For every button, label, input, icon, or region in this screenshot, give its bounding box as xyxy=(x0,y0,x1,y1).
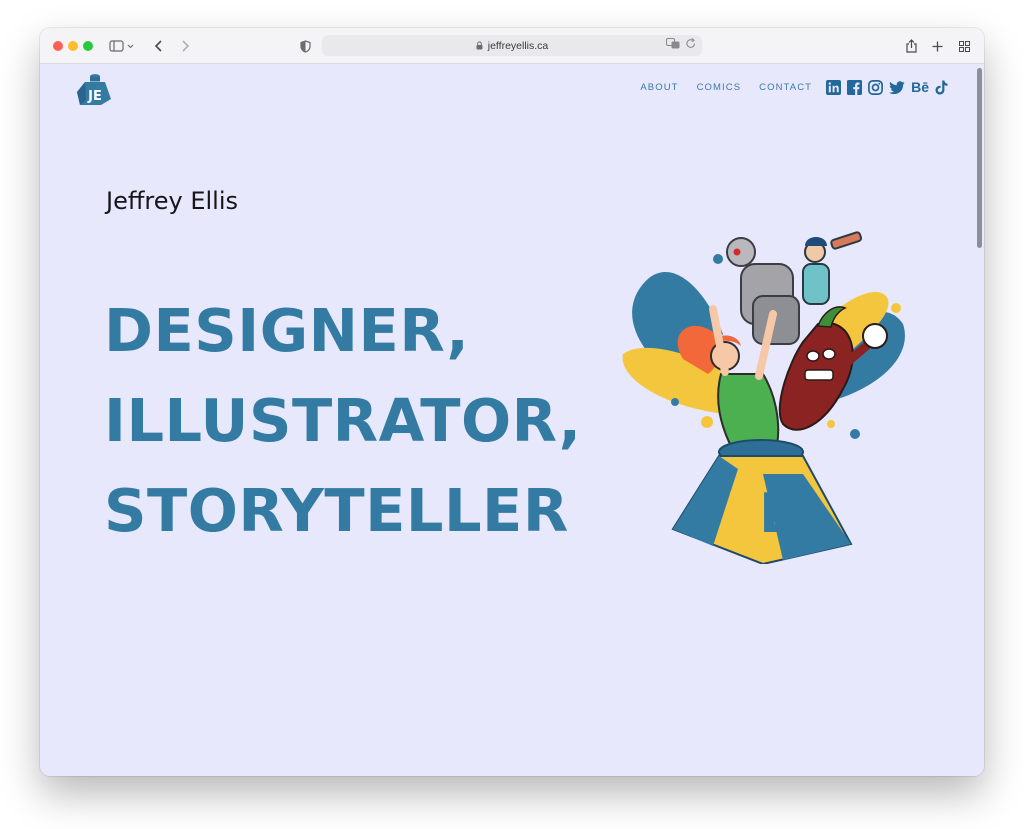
hero-headline: DESIGNER, ILLUSTRATOR, STORYTELLER xyxy=(104,286,582,556)
site-logo[interactable]: JE xyxy=(76,72,112,106)
zoom-window-button[interactable] xyxy=(83,41,93,51)
back-icon[interactable] xyxy=(152,36,166,56)
browser-toolbar: jeffreyellis.ca xyxy=(40,28,984,64)
paint-dot xyxy=(701,416,713,428)
nav-about[interactable]: ABOUT xyxy=(640,82,678,93)
close-window-button[interactable] xyxy=(53,41,63,51)
minimize-window-button[interactable] xyxy=(68,41,78,51)
kid-with-telescope xyxy=(802,231,863,305)
box-letters: JE xyxy=(721,482,796,545)
headline-line-designer: DESIGNER, xyxy=(104,296,470,365)
address-bar[interactable]: jeffreyellis.ca xyxy=(322,35,702,56)
author-name: Jeffrey Ellis xyxy=(106,187,238,215)
forward-icon[interactable] xyxy=(178,36,192,56)
paint-dot xyxy=(850,429,860,439)
translate-icon[interactable] xyxy=(666,38,680,52)
social-links: Bē xyxy=(826,80,948,95)
tiktok-icon[interactable] xyxy=(935,80,948,95)
headline-line-illustrator: ILLUSTRATOR, xyxy=(104,386,582,455)
twitter-icon[interactable] xyxy=(889,80,905,95)
headline-line-storyteller: STORYTELLER xyxy=(104,476,569,545)
main-nav: ABOUT COMICS CONTACT Bē xyxy=(622,80,948,95)
paint-dot xyxy=(891,303,901,313)
reload-icon[interactable] xyxy=(686,38,696,52)
je-box: JE xyxy=(671,439,853,564)
behance-icon[interactable]: Bē xyxy=(911,80,929,95)
paint-dot xyxy=(671,398,679,406)
new-tab-icon[interactable] xyxy=(930,36,944,56)
nav-contact[interactable]: CONTACT xyxy=(759,82,812,93)
paint-dot xyxy=(827,420,835,428)
nav-comics[interactable]: COMICS xyxy=(697,82,742,93)
tab-overview-icon[interactable] xyxy=(957,36,971,56)
svg-text:JE: JE xyxy=(87,89,102,104)
scrollbar[interactable] xyxy=(977,68,982,248)
privacy-shield-icon[interactable] xyxy=(298,36,312,56)
lock-icon xyxy=(476,41,483,50)
paint-dot xyxy=(713,254,723,264)
linkedin-icon[interactable] xyxy=(826,80,842,95)
instagram-icon[interactable] xyxy=(868,80,884,95)
browser-window: jeffreyellis.ca JE ABOUT COMICS CONTACT … xyxy=(40,28,984,776)
facebook-icon[interactable] xyxy=(847,80,863,95)
hero-illustration: JE xyxy=(622,231,905,564)
share-icon[interactable] xyxy=(904,36,918,56)
robot-character xyxy=(726,237,800,345)
webpage: JE ABOUT COMICS CONTACT Bē Jeffrey Ellis… xyxy=(40,64,984,776)
sidebar-toggle-icon[interactable] xyxy=(108,36,136,56)
address-url: jeffreyellis.ca xyxy=(487,39,549,52)
